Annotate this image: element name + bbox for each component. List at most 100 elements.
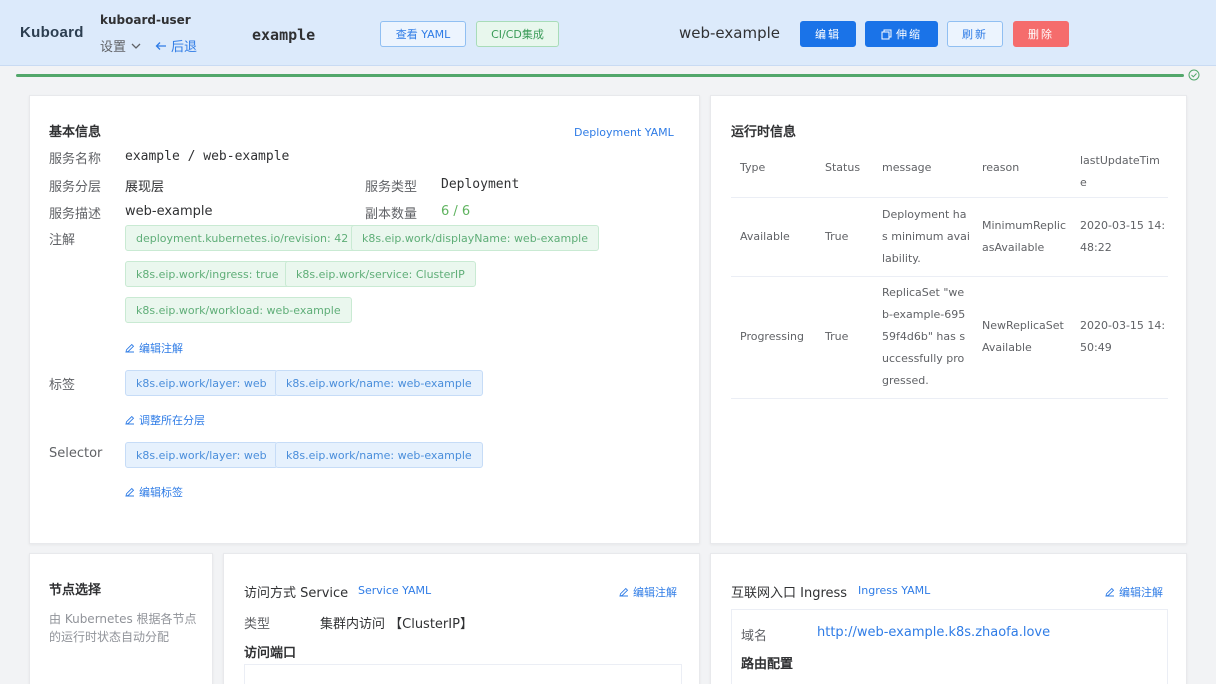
brand-logo[interactable]: Kuboard [20, 24, 84, 41]
scale-label: 伸缩 [896, 28, 922, 41]
runtime-info-card: 运行时信息 Type Status message reason lastUpd… [710, 95, 1187, 544]
deployment-yaml-link[interactable]: Deployment YAML [574, 126, 674, 139]
node-selection-desc: 由 Kubernetes 根据各节点 的运行时状态自动分配 [49, 610, 197, 646]
service-name-value: example / web-example [125, 149, 290, 164]
column-header: Type [740, 161, 766, 174]
cell-type: Available [740, 230, 790, 243]
cell-reason: MinimumReplic asAvailable [982, 215, 1066, 259]
layer-value: 展现层 [125, 180, 165, 195]
edit-labels-link[interactable]: 编辑标签 [125, 484, 183, 500]
ingress-domain-link[interactable]: http://web-example.k8s.zhaofa.love [817, 625, 1050, 640]
column-header-line: lastUpdateTim [1080, 154, 1160, 167]
adjust-layer-label: 调整所在分层 [139, 414, 205, 427]
pencil-icon [125, 343, 135, 353]
service-ports-box [244, 664, 682, 684]
type-value: Deployment [441, 177, 520, 192]
annotation-tag: deployment.kubernetes.io/revision: 42 [125, 225, 360, 251]
pencil-icon [125, 487, 135, 497]
back-link[interactable]: 后退 [155, 36, 197, 55]
cell-line: NewReplicaSet [982, 319, 1064, 332]
node-selection-title: 节点选择 [49, 583, 102, 598]
cell-status: True [825, 230, 849, 243]
node-desc-line: 由 Kubernetes 根据各节点 [49, 612, 197, 626]
pencil-icon [619, 587, 629, 597]
view-yaml-button[interactable]: 查看 YAML [380, 21, 466, 47]
label-tag: k8s.eip.work/layer: web [125, 370, 278, 396]
cell-line: 2020-03-15 14: [1080, 319, 1166, 332]
ingress-route-label: 路由配置 [741, 657, 794, 672]
adjust-layer-link[interactable]: 调整所在分层 [125, 412, 205, 428]
cell-type: Progressing [740, 330, 804, 343]
cell-line: 59f4d6b" has s [882, 330, 966, 343]
basic-info-card: 基本信息 Deployment YAML 服务名称 example / web-… [29, 95, 700, 544]
annotation-tag: k8s.eip.work/service: ClusterIP [285, 261, 476, 287]
service-ports-label: 访问端口 [244, 646, 297, 661]
ingress-card: 互联网入口 Ingress Ingress YAML 编辑注解 域名 http:… [710, 553, 1187, 684]
annotation-tag: k8s.eip.work/workload: web-example [125, 297, 352, 323]
ingress-title: 互联网入口 Ingress [731, 586, 848, 601]
cell-reason: NewReplicaSet Available [982, 315, 1064, 359]
service-title: 访问方式 Service [244, 586, 349, 601]
refresh-button[interactable]: 刷新 [947, 21, 1003, 47]
annotation-tag: k8s.eip.work/ingress: true [125, 261, 290, 287]
pencil-icon [1105, 587, 1115, 597]
cell-line: Available [982, 341, 1032, 354]
cicd-button[interactable]: CI/CD集成 [476, 21, 559, 47]
cell-time: 2020-03-15 14: 50:49 [1080, 315, 1165, 359]
edit-annotations-link[interactable]: 编辑注解 [125, 340, 183, 356]
desc-value: web-example [125, 204, 213, 219]
edit-labels-label: 编辑标签 [139, 486, 183, 499]
column-header: message [882, 161, 932, 174]
scale-button[interactable]: 伸缩 [865, 21, 938, 47]
node-desc-line: 的运行时状态自动分配 [49, 630, 170, 644]
delete-button[interactable]: 删除 [1013, 21, 1069, 47]
edit-annotations-label: 编辑注解 [139, 342, 183, 355]
desc-label: 服务描述 [49, 207, 102, 222]
copy-icon [881, 29, 892, 39]
ingress-yaml-link[interactable]: Ingress YAML [858, 584, 930, 597]
pencil-icon [125, 415, 135, 425]
cell-message: ReplicaSet "we b-example-695 59f4d6b" ha… [882, 282, 965, 392]
current-user: kuboard-user [100, 13, 191, 27]
cell-line: Deployment ha [882, 208, 967, 221]
load-progress-bar [16, 74, 1184, 77]
service-type-value: 集群内访问 【ClusterIP】 [320, 617, 473, 632]
cell-line: 48:22 [1080, 241, 1112, 254]
settings-label: 设置 [100, 40, 127, 55]
workload-title: web-example [679, 24, 780, 42]
table-row: Available True Deployment ha s minimum a… [731, 198, 1168, 277]
column-header-line: e [1080, 176, 1087, 189]
node-selection-card: 节点选择 由 Kubernetes 根据各节点 的运行时状态自动分配 [29, 553, 213, 684]
check-circle-icon [1188, 69, 1200, 81]
annotation-tag: k8s.eip.work/displayName: web-example [351, 225, 599, 251]
labels-label: 标签 [49, 378, 76, 393]
arrow-left-icon [155, 41, 166, 50]
cell-line: ReplicaSet "we [882, 286, 965, 299]
cell-line: b-example-695 [882, 308, 966, 321]
service-type-label: 类型 [244, 617, 271, 632]
service-yaml-link[interactable]: Service YAML [358, 584, 431, 597]
table-header-row: Type Status message reason lastUpdateTim… [731, 140, 1168, 198]
namespace-name: example [252, 26, 316, 44]
settings-menu[interactable]: 设置 [100, 36, 142, 55]
column-header: lastUpdateTim e [1080, 150, 1160, 194]
service-edit-annotations-label: 编辑注解 [633, 586, 677, 599]
replicas-label: 副本数量 [365, 207, 418, 222]
chevron-down-icon [131, 43, 141, 49]
ingress-edit-annotations-link[interactable]: 编辑注解 [1105, 584, 1163, 600]
cell-line: s minimum avai [882, 230, 970, 243]
cell-status: True [825, 330, 849, 343]
selector-tag: k8s.eip.work/layer: web [125, 442, 278, 468]
selector-tag: k8s.eip.work/name: web-example [275, 442, 483, 468]
service-edit-annotations-link[interactable]: 编辑注解 [619, 584, 677, 600]
replicas-value: 6 / 6 [441, 204, 471, 219]
ingress-edit-annotations-label: 编辑注解 [1119, 586, 1163, 599]
cell-line: lability. [882, 252, 921, 265]
service-name-label: 服务名称 [49, 152, 102, 167]
cell-message: Deployment ha s minimum avai lability. [882, 204, 970, 270]
back-label: 后退 [171, 40, 198, 55]
type-label: 服务类型 [365, 180, 418, 195]
cell-line: gressed. [882, 374, 929, 387]
edit-button[interactable]: 编辑 [800, 21, 856, 47]
ingress-rules-box: 域名 http://web-example.k8s.zhaofa.love 路由… [731, 609, 1168, 684]
